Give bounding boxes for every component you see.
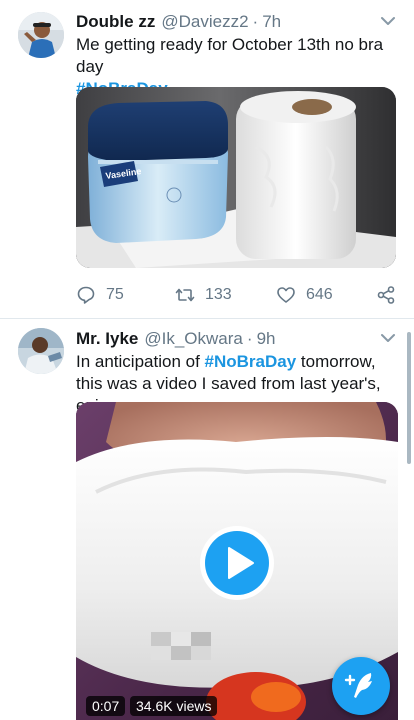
chevron-down-icon[interactable] <box>380 15 396 27</box>
author-handle[interactable]: @Daviezz2 <box>161 12 248 32</box>
author-name[interactable]: Mr. Iyke <box>76 329 138 349</box>
tweet-body-start: In anticipation of <box>76 352 205 371</box>
avatar[interactable] <box>18 12 64 58</box>
play-button[interactable] <box>200 526 274 600</box>
like-count: 646 <box>306 286 333 303</box>
scrollbar[interactable] <box>407 332 411 464</box>
share-icon <box>377 286 395 304</box>
tweet-body: Me getting ready for October 13th no bra… <box>76 35 384 76</box>
author-name[interactable]: Double zz <box>76 12 155 32</box>
retweet-count: 133 <box>205 286 232 303</box>
hashtag-link[interactable]: #NoBraDay <box>205 352 297 371</box>
retweet-icon <box>175 288 195 302</box>
tweet-card[interactable]: Double zz @Daviezz2 · 7h Me getting read… <box>0 0 414 318</box>
tweet-timestamp[interactable]: 7h <box>262 12 281 32</box>
author-handle[interactable]: @Ik_Okwara <box>144 329 243 349</box>
chevron-down-icon[interactable] <box>380 332 396 344</box>
vaseline-and-tissue-photo: Vaseline <box>76 87 396 268</box>
play-icon <box>228 547 254 579</box>
tweet-header: Double zz @Daviezz2 · 7h <box>76 11 281 33</box>
video-duration: 0:07 <box>86 696 126 716</box>
tweet-timestamp[interactable]: 9h <box>257 329 276 349</box>
separator-dot: · <box>246 329 253 348</box>
tweet-photo[interactable]: Vaseline <box>76 87 396 268</box>
heart-icon <box>277 287 295 303</box>
reply-icon <box>77 286 95 304</box>
play-button-circle <box>205 531 269 595</box>
reply-count: 75 <box>106 286 124 303</box>
separator-dot: · <box>252 12 259 31</box>
avatar-photo <box>18 12 64 58</box>
avatar[interactable] <box>18 328 64 374</box>
retweet-button[interactable]: 133 <box>175 283 232 307</box>
tweet-actions: 75 133 646 <box>76 283 398 307</box>
compose-tweet-button[interactable] <box>332 657 390 715</box>
like-button[interactable]: 646 <box>276 283 333 307</box>
share-button[interactable] <box>376 283 406 307</box>
avatar-photo <box>18 328 64 374</box>
compose-tweet-icon <box>344 673 372 698</box>
reply-button[interactable]: 75 <box>76 283 124 307</box>
tweet-header: Mr. Iyke @Ik_Okwara · 9h <box>76 328 275 350</box>
video-view-count: 34.6K views <box>130 696 218 716</box>
